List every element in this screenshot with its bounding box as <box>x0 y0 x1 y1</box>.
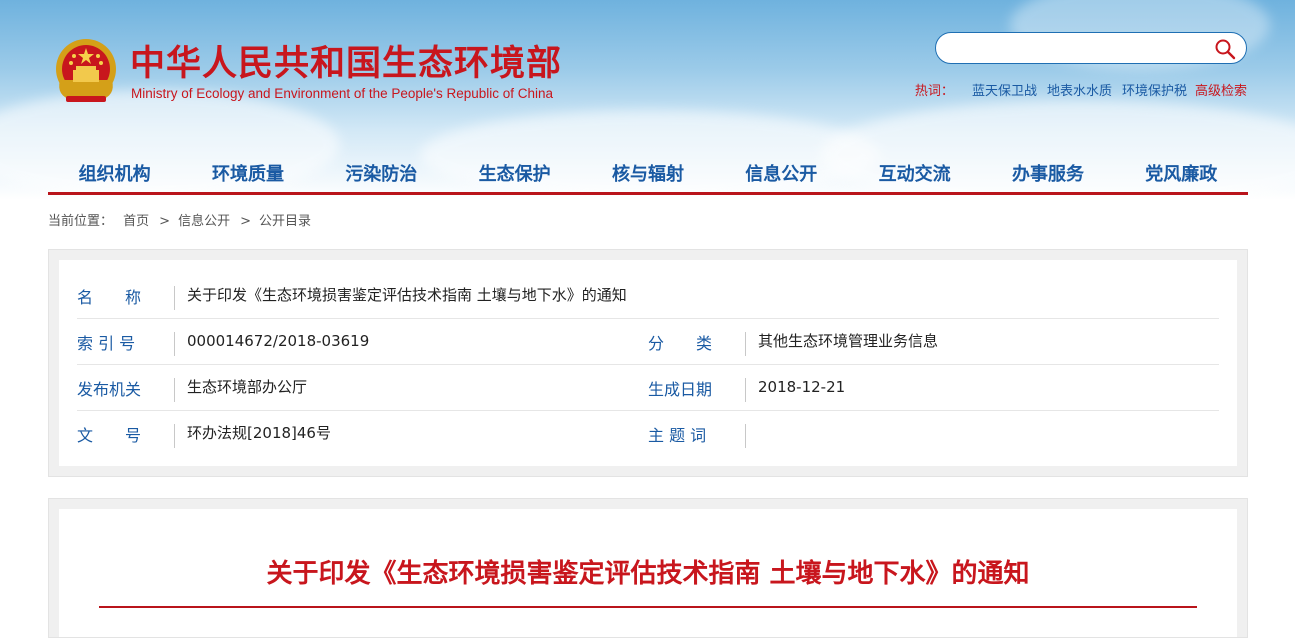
breadcrumb-home[interactable]: 首页 <box>123 214 149 229</box>
nav-item-pollution-control[interactable]: 污染防治 <box>315 158 448 192</box>
site-subtitle: Ministry of Ecology and Environment of t… <box>131 86 554 101</box>
search-input[interactable] <box>950 38 1204 60</box>
hot-words: 热词： 蓝天保卫战 地表水水质 环境保护税 高级检索 <box>915 80 1247 99</box>
info-panel: 名 称 关于印发《生态环境损害鉴定评估技术指南 土壤与地下水》的通知 索 引 号… <box>48 249 1248 477</box>
nav-item-nuclear-radiation[interactable]: 核与辐射 <box>581 158 714 192</box>
hot-words-label: 热词： <box>914 84 954 99</box>
nav-item-environment-quality[interactable]: 环境质量 <box>181 158 314 192</box>
divider <box>174 286 175 310</box>
divider <box>745 378 746 402</box>
info-table: 名 称 关于印发《生态环境损害鉴定评估技术指南 土壤与地下水》的通知 索 引 号… <box>59 260 1237 466</box>
date-label: 生成日期 <box>648 380 713 399</box>
title-divider <box>99 606 1197 608</box>
docno-value: 环办法规[2018]46号 <box>187 424 331 442</box>
keywords-label: 主 题 词 <box>648 426 707 445</box>
document-panel: 关于印发《生态环境损害鉴定评估技术指南 土壤与地下水》的通知 <box>48 498 1248 638</box>
issuer-label: 发布机关 <box>77 380 142 399</box>
index-label: 索 引 号 <box>77 334 136 353</box>
info-row-docno: 文 号 环办法规[2018]46号 主 题 词 <box>77 410 1219 456</box>
category-label: 分 类 <box>648 334 713 353</box>
nav-item-organization[interactable]: 组织机构 <box>48 158 181 192</box>
info-row-issuer: 发布机关 生态环境部办公厅 生成日期 2018-12-21 <box>77 364 1219 411</box>
search-icon[interactable] <box>1214 38 1236 60</box>
breadcrumb-catalog[interactable]: 公开目录 <box>259 214 311 229</box>
hot-word-link[interactable]: 地表水水质 <box>1047 84 1112 99</box>
divider <box>174 332 175 356</box>
info-row-name: 名 称 关于印发《生态环境损害鉴定评估技术指南 土壤与地下水》的通知 <box>77 272 1219 319</box>
divider <box>174 424 175 448</box>
divider <box>745 424 746 448</box>
category-value: 其他生态环境管理业务信息 <box>758 332 939 350</box>
search-box[interactable] <box>935 32 1247 64</box>
nav-item-information-disclosure[interactable]: 信息公开 <box>715 158 848 192</box>
name-value: 关于印发《生态环境损害鉴定评估技术指南 土壤与地下水》的通知 <box>187 286 627 304</box>
index-value: 000014672/2018-03619 <box>187 332 370 350</box>
hot-word-link[interactable]: 蓝天保卫战 <box>972 84 1037 99</box>
national-emblem-logo[interactable] <box>52 36 120 106</box>
divider <box>745 332 746 356</box>
hot-word-link[interactable]: 环境保护税 <box>1122 84 1187 99</box>
breadcrumb-separator: > <box>159 214 171 229</box>
breadcrumb: 当前位置： 首页 > 信息公开 > 公开目录 <box>48 210 317 229</box>
nav-item-services[interactable]: 办事服务 <box>981 158 1114 192</box>
main-nav: 组织机构 环境质量 污染防治 生态保护 核与辐射 信息公开 互动交流 办事服务 … <box>48 158 1248 195</box>
info-row-index: 索 引 号 000014672/2018-03619 分 类 其他生态环境管理业… <box>77 318 1219 365</box>
breadcrumb-separator: > <box>240 214 251 229</box>
docno-label: 文 号 <box>77 426 142 445</box>
issuer-value: 生态环境部办公厅 <box>187 378 308 396</box>
name-label: 名 称 <box>77 288 142 307</box>
document-title: 关于印发《生态环境损害鉴定评估技术指南 土壤与地下水》的通知 <box>266 559 1030 589</box>
nav-item-party-conduct[interactable]: 党风廉政 <box>1115 158 1248 192</box>
document-body: 关于印发《生态环境损害鉴定评估技术指南 土壤与地下水》的通知 <box>59 509 1237 637</box>
nav-item-ecology-protection[interactable]: 生态保护 <box>448 158 581 192</box>
date-value: 2018-12-21 <box>758 378 846 396</box>
site-title[interactable]: 中华人民共和国生态环境部 <box>130 44 562 84</box>
breadcrumb-label: 当前位置： <box>48 214 114 229</box>
nav-item-interaction[interactable]: 互动交流 <box>848 158 981 192</box>
breadcrumb-info-disclosure[interactable]: 信息公开 <box>178 214 230 229</box>
advanced-search-link[interactable]: 高级检索 <box>1195 84 1247 99</box>
divider <box>174 378 175 402</box>
